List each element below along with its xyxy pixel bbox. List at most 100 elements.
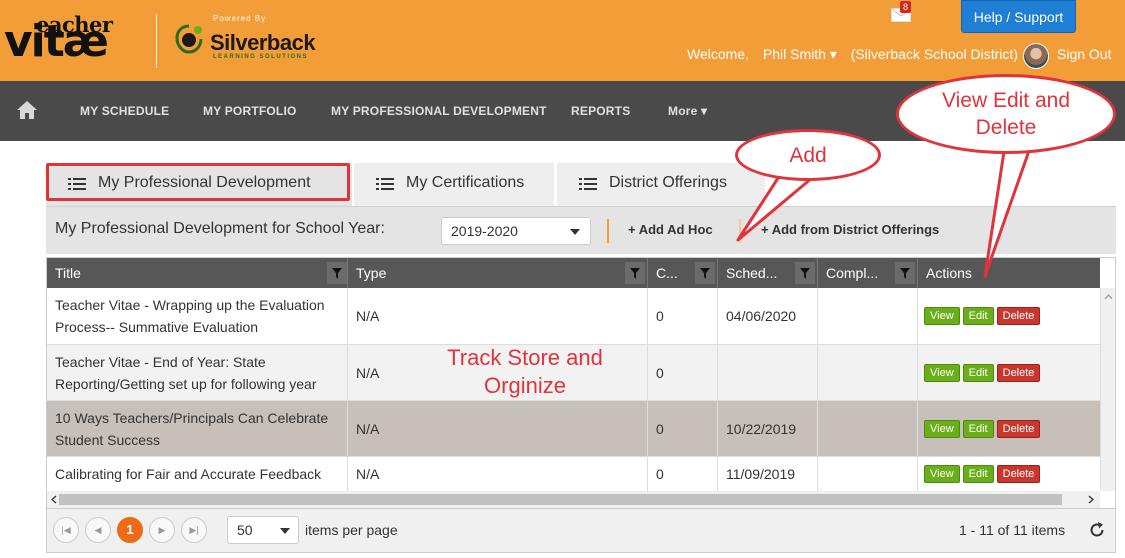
- edit-button[interactable]: Edit: [962, 465, 994, 483]
- refresh-icon[interactable]: [1088, 521, 1106, 539]
- cell-actions: View Edit Delete: [918, 457, 1100, 491]
- nav-more-menu[interactable]: More ▾: [668, 104, 707, 118]
- chevron-down-icon: [570, 229, 580, 235]
- silverback-logo-text: Silverback: [210, 30, 316, 55]
- filter-icon[interactable]: [695, 262, 715, 284]
- filter-icon[interactable]: [895, 262, 915, 284]
- column-type-label: Type: [356, 265, 387, 281]
- cell-type: N/A: [348, 457, 648, 491]
- cell-title: Teacher Vitae - End of Year: State Repor…: [47, 345, 348, 400]
- cell-credits: 0: [648, 288, 718, 344]
- column-scheduled-label: Sched...: [726, 265, 778, 281]
- silverback-tagline: LEARNING SOLUTIONS: [213, 54, 309, 60]
- edit-button[interactable]: Edit: [962, 307, 994, 325]
- cell-credits: 0: [648, 457, 718, 491]
- cell-scheduled: [718, 345, 818, 400]
- cell-title: 10 Ways Teachers/Principals Can Celebrat…: [47, 401, 348, 456]
- view-button[interactable]: View: [924, 307, 960, 325]
- horizontal-scrollbar[interactable]: [47, 491, 1100, 508]
- pager-info: 1 - 11 of 11 items: [959, 522, 1066, 538]
- view-button[interactable]: View: [924, 419, 960, 438]
- chevron-down-icon: [280, 528, 290, 534]
- tab-label: My Certifications: [406, 174, 525, 191]
- table-row[interactable]: Teacher Vitae - Wrapping up the Evaluati…: [47, 288, 1100, 345]
- column-header-title[interactable]: Title: [47, 258, 348, 288]
- delete-button[interactable]: Delete: [996, 363, 1041, 382]
- current-page-button[interactable]: 1: [117, 517, 143, 543]
- grid-header: Title Type C... Sched... Compl... Action…: [47, 258, 1100, 288]
- highlight-box: [46, 163, 350, 201]
- filter-icon[interactable]: [795, 262, 815, 284]
- chevron-left-icon[interactable]: [49, 491, 59, 508]
- home-icon[interactable]: [16, 100, 38, 120]
- school-year-select[interactable]: 2019-2020: [441, 217, 591, 245]
- chevron-right-icon[interactable]: [1086, 491, 1096, 508]
- edit-button[interactable]: Edit: [962, 363, 994, 382]
- tab-label: District Offerings: [609, 174, 727, 191]
- scrollbar-thumb[interactable]: [59, 494, 1062, 505]
- tab-district-offerings[interactable]: District Offerings: [557, 163, 765, 206]
- column-header-actions: Actions: [918, 258, 1100, 288]
- view-button[interactable]: View: [924, 363, 960, 382]
- page-size-select[interactable]: 50: [227, 516, 299, 544]
- delete-button[interactable]: Delete: [996, 307, 1041, 325]
- nav-my-professional-development[interactable]: MY PROFESSIONAL DEVELOPMENT: [331, 104, 547, 118]
- powered-by-text: Powered By: [213, 14, 267, 23]
- toolbar-separator: [739, 219, 741, 243]
- cell-completed: [818, 345, 918, 400]
- column-header-type[interactable]: Type: [348, 258, 648, 288]
- callout-add-text: Add: [789, 143, 827, 167]
- sign-out-link[interactable]: Sign Out: [1057, 46, 1111, 62]
- cell-scheduled: 04/06/2020: [718, 288, 818, 344]
- next-page-button[interactable]: ▶: [149, 517, 175, 543]
- mail-count-badge: 8: [900, 1, 912, 13]
- district-name: (Silverback School District): [850, 46, 1018, 62]
- pager: |◀ ◀ 1 ▶ ▶| 50 items per page 1 - 11 of …: [46, 509, 1116, 553]
- callout-view-edit-delete: View Edit and Delete: [896, 74, 1116, 154]
- welcome-text: Welcome,: [687, 46, 749, 62]
- cell-credits: 0: [648, 345, 718, 400]
- cell-type: N/A: [348, 401, 648, 456]
- avatar[interactable]: [1023, 43, 1049, 69]
- user-menu[interactable]: Phil Smith ▾: [763, 46, 837, 62]
- cell-credits: 0: [648, 401, 718, 456]
- help-support-button[interactable]: Help / Support: [961, 0, 1076, 33]
- cell-actions: View Edit Delete: [918, 401, 1100, 456]
- list-icon: [376, 178, 394, 190]
- table-row[interactable]: Calibrating for Fair and Accurate Feedba…: [47, 457, 1100, 491]
- table-row[interactable]: 10 Ways Teachers/Principals Can Celebrat…: [47, 401, 1100, 457]
- column-title-label: Title: [55, 265, 81, 281]
- last-page-button[interactable]: ▶|: [181, 517, 207, 543]
- cell-title: Calibrating for Fair and Accurate Feedba…: [47, 457, 348, 491]
- first-page-button[interactable]: |◀: [53, 517, 79, 543]
- column-actions-label: Actions: [926, 265, 972, 281]
- column-completed-label: Compl...: [826, 265, 879, 281]
- add-ad-hoc-button[interactable]: + Add Ad Hoc: [628, 222, 713, 237]
- welcome-bar: Welcome, Phil Smith ▾ (Silverback School…: [687, 46, 1028, 63]
- school-year-value: 2019-2020: [451, 223, 518, 239]
- vertical-scrollbar[interactable]: [1100, 288, 1115, 491]
- cell-actions: View Edit Delete: [918, 345, 1100, 400]
- view-button[interactable]: View: [924, 465, 960, 483]
- chevron-up-icon[interactable]: [1101, 290, 1116, 304]
- filter-icon[interactable]: [625, 262, 645, 284]
- nav-my-portfolio[interactable]: MY PORTFOLIO: [203, 104, 297, 118]
- filter-icon[interactable]: [327, 262, 347, 284]
- tab-my-certifications[interactable]: My Certifications: [354, 163, 554, 206]
- delete-button[interactable]: Delete: [996, 419, 1041, 438]
- delete-button[interactable]: Delete: [996, 465, 1041, 483]
- cell-title: Teacher Vitae - Wrapping up the Evaluati…: [47, 288, 348, 344]
- list-icon: [579, 178, 597, 190]
- silverback-gorilla-icon: [175, 24, 203, 54]
- add-from-district-offerings-button[interactable]: + Add from District Offerings: [761, 222, 939, 237]
- cell-scheduled: 11/09/2019: [718, 457, 818, 491]
- prev-page-button[interactable]: ◀: [85, 517, 111, 543]
- pd-toolbar: My Professional Development for School Y…: [46, 206, 1116, 254]
- nav-reports[interactable]: REPORTS: [571, 104, 630, 118]
- items-per-page-label: items per page: [305, 522, 398, 538]
- edit-button[interactable]: Edit: [962, 419, 994, 438]
- annotation-track-store: Track Store and Orginize: [447, 345, 603, 398]
- callout-view-edit-delete-text: View Edit and Delete: [941, 89, 1071, 139]
- nav-my-schedule[interactable]: MY SCHEDULE: [80, 104, 169, 118]
- cell-type: N/A: [348, 288, 648, 344]
